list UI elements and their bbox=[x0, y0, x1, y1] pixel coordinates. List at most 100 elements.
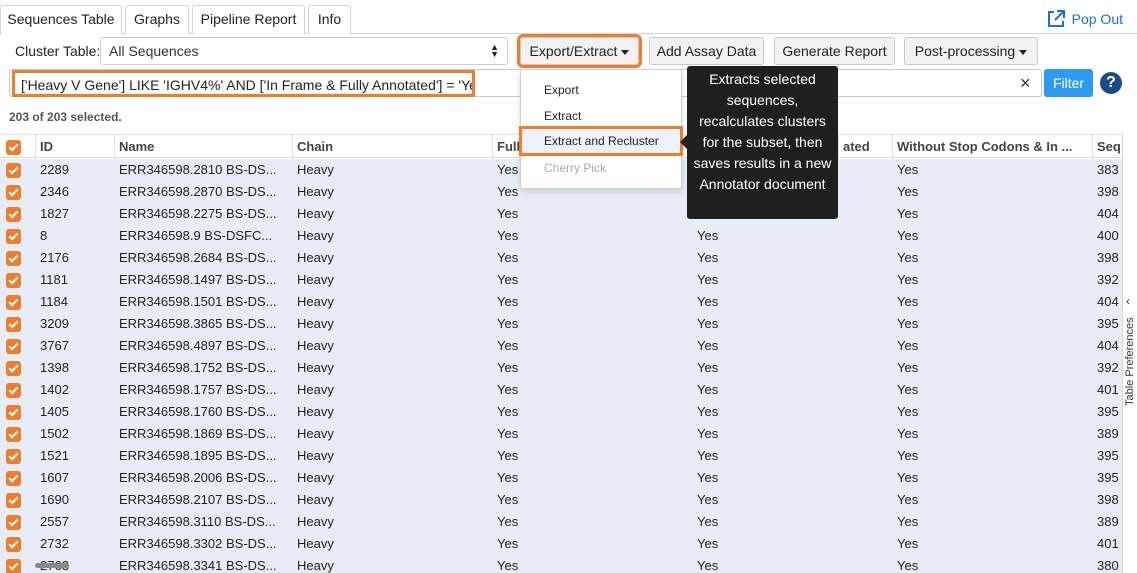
cell-without-stop-codons: Yes bbox=[897, 206, 919, 221]
row-checkbox[interactable] bbox=[6, 515, 21, 530]
column-header-without-stop-codons[interactable]: Without Stop Codons & In ... bbox=[892, 135, 1092, 159]
table-preferences-panel[interactable]: ‹ Table Preferences bbox=[1122, 134, 1137, 573]
cell-seq: 404 bbox=[1097, 338, 1119, 353]
tab-pipeline-report[interactable]: Pipeline Report bbox=[192, 5, 305, 34]
row-checkbox[interactable] bbox=[6, 471, 21, 486]
help-icon[interactable]: ? bbox=[1100, 72, 1122, 94]
table-row[interactable]: 3767 ERR346598.4897 BS-DS... Heavy Yes Yes Ye… bbox=[0, 335, 1122, 357]
column-header-seq[interactable]: Seq bbox=[1092, 135, 1122, 159]
cell-name: ERR346598.9 BS-DSFC... bbox=[119, 228, 273, 243]
cell-seq: 398 bbox=[1097, 184, 1119, 199]
row-checkbox[interactable] bbox=[6, 229, 21, 244]
row-checkbox[interactable] bbox=[6, 207, 21, 222]
cell-without-stop-codons: Yes bbox=[897, 316, 919, 331]
cell-seq: 398 bbox=[1097, 492, 1119, 507]
cell-annotated: Yes bbox=[697, 492, 719, 507]
cell-full: Yes bbox=[497, 558, 519, 573]
cell-annotated: Yes bbox=[697, 250, 719, 265]
table-row[interactable]: 1402 ERR346598.1757 BS-DS... Heavy Yes Yes Ye… bbox=[0, 379, 1122, 401]
cell-seq: 404 bbox=[1097, 294, 1119, 309]
export-extract-button[interactable]: Export/Extract bbox=[517, 34, 642, 68]
filter-query-input[interactable]: ['Heavy V Gene'] LIKE 'IGHV4%' AND ['In … bbox=[12, 70, 475, 97]
cell-full: Yes bbox=[497, 206, 519, 221]
row-checkbox[interactable] bbox=[6, 449, 21, 464]
cell-id: 8 bbox=[40, 228, 48, 243]
row-checkbox[interactable] bbox=[6, 405, 21, 420]
cell-annotated: Yes bbox=[697, 316, 719, 331]
row-checkbox[interactable] bbox=[6, 383, 21, 398]
table-row[interactable]: 1405 ERR346598.1760 BS-DS... Heavy Yes Yes Ye… bbox=[0, 401, 1122, 423]
export-extract-menu: Export Extract Extract and Recluster Che… bbox=[519, 69, 683, 189]
cell-full: Yes bbox=[497, 382, 519, 397]
menu-item-extract[interactable]: Extract bbox=[521, 104, 681, 128]
cell-seq: 401 bbox=[1097, 536, 1119, 551]
generate-report-button[interactable]: Generate Report bbox=[774, 37, 895, 65]
table-row[interactable]: 1521 ERR346598.1895 BS-DS... Heavy Yes Yes Ye… bbox=[0, 445, 1122, 467]
table-row[interactable]: 2732 ERR346598.3302 BS-DS... Heavy Yes Yes Ye… bbox=[0, 533, 1122, 555]
tab-graphs[interactable]: Graphs bbox=[125, 5, 189, 34]
cell-full: Yes bbox=[497, 294, 519, 309]
pop-out-button[interactable]: Pop Out bbox=[1046, 8, 1123, 30]
cell-chain: Heavy bbox=[297, 404, 334, 419]
tab-info[interactable]: Info bbox=[308, 5, 351, 34]
cell-chain: Heavy bbox=[297, 162, 334, 177]
row-checkbox[interactable] bbox=[6, 559, 21, 573]
row-checkbox[interactable] bbox=[6, 537, 21, 552]
sequences-table: ID Name Chain Full ated Without Stop Cod… bbox=[0, 134, 1122, 573]
table-row[interactable]: 2763ERR346598.3341 BS-DS...HeavyYesYesYe… bbox=[0, 555, 1122, 573]
row-checkbox[interactable] bbox=[6, 251, 21, 266]
cell-name: ERR346598.2275 BS-DS... bbox=[119, 206, 277, 221]
row-checkbox[interactable] bbox=[6, 339, 21, 354]
horizontal-scrollbar[interactable] bbox=[35, 563, 69, 568]
row-checkbox[interactable] bbox=[6, 185, 21, 200]
table-row[interactable]: 1827ERR346598.2275 BS-DS...HeavyYesYesYe… bbox=[0, 203, 1122, 225]
cell-without-stop-codons: Yes bbox=[897, 404, 919, 419]
cell-chain: Heavy bbox=[297, 558, 334, 573]
table-preferences-label: Table Preferences bbox=[1124, 317, 1136, 406]
column-header-name[interactable]: Name bbox=[114, 135, 292, 159]
table-row[interactable]: 8 ERR346598.9 BS-DSFC... Heavy Yes Yes Yes 400 bbox=[0, 225, 1122, 247]
cell-chain: Heavy bbox=[297, 448, 334, 463]
column-header-annotated[interactable]: ated bbox=[838, 135, 888, 159]
table-row[interactable]: 1181 ERR346598.1497 BS-DS... Heavy Yes Yes Ye… bbox=[0, 269, 1122, 291]
table-row[interactable]: 2557 ERR346598.3110 BS-DS... Heavy Yes Yes Ye… bbox=[0, 511, 1122, 533]
cell-chain: Heavy bbox=[297, 470, 334, 485]
column-header-id[interactable]: ID bbox=[35, 135, 111, 159]
post-processing-button[interactable]: Post-processing bbox=[904, 37, 1038, 65]
cell-without-stop-codons: Yes bbox=[897, 250, 919, 265]
row-checkbox[interactable] bbox=[6, 427, 21, 442]
table-row[interactable]: 3209 ERR346598.3865 BS-DS... Heavy Yes Yes Ye… bbox=[0, 313, 1122, 335]
cluster-table-value: All Sequences bbox=[109, 43, 199, 59]
selected-count: 203 of 203 selected. bbox=[9, 110, 122, 124]
tab-sequences-table[interactable]: Sequences Table bbox=[0, 5, 122, 35]
menu-item-extract-and-recluster[interactable]: Extract and Recluster bbox=[519, 126, 683, 156]
add-assay-data-button[interactable]: Add Assay Data bbox=[649, 37, 764, 65]
table-row[interactable]: 1690 ERR346598.2107 BS-DS... Heavy Yes Yes Ye… bbox=[0, 489, 1122, 511]
cell-annotated: Yes bbox=[697, 448, 719, 463]
menu-item-export[interactable]: Export bbox=[521, 78, 681, 102]
table-row[interactable]: 2176 ERR346598.2684 BS-DS... Heavy Yes Yes Ye… bbox=[0, 247, 1122, 269]
row-checkbox[interactable] bbox=[6, 273, 21, 288]
clear-filter-icon[interactable]: × bbox=[1020, 73, 1031, 94]
cell-annotated: Yes bbox=[697, 558, 719, 573]
cell-annotated: Yes bbox=[697, 294, 719, 309]
cell-seq: 398 bbox=[1097, 250, 1119, 265]
row-checkbox[interactable] bbox=[6, 317, 21, 332]
row-checkbox[interactable] bbox=[6, 493, 21, 508]
row-checkbox[interactable] bbox=[6, 361, 21, 376]
select-all-checkbox[interactable] bbox=[6, 140, 21, 155]
cluster-table-select[interactable]: All Sequences ▲ ▼ bbox=[100, 37, 508, 65]
cell-chain: Heavy bbox=[297, 316, 334, 331]
row-checkbox[interactable] bbox=[6, 295, 21, 310]
cell-full: Yes bbox=[497, 360, 519, 375]
column-header-chain[interactable]: Chain bbox=[292, 135, 492, 159]
cell-seq: 395 bbox=[1097, 316, 1119, 331]
table-row[interactable]: 1184 ERR346598.1501 BS-DS... Heavy Yes Yes Ye… bbox=[0, 291, 1122, 313]
cell-name: ERR346598.2684 BS-DS... bbox=[119, 250, 277, 265]
table-row[interactable]: 1607 ERR346598.2006 BS-DS... Heavy Yes Yes Ye… bbox=[0, 467, 1122, 489]
row-checkbox[interactable] bbox=[6, 163, 21, 178]
table-row[interactable]: 1398 ERR346598.1752 BS-DS... Heavy Yes Yes Ye… bbox=[0, 357, 1122, 379]
table-row[interactable]: 1502 ERR346598.1869 BS-DS... Heavy Yes Yes Ye… bbox=[0, 423, 1122, 445]
cell-name: ERR346598.1757 BS-DS... bbox=[119, 382, 277, 397]
filter-button[interactable]: Filter bbox=[1044, 69, 1093, 97]
